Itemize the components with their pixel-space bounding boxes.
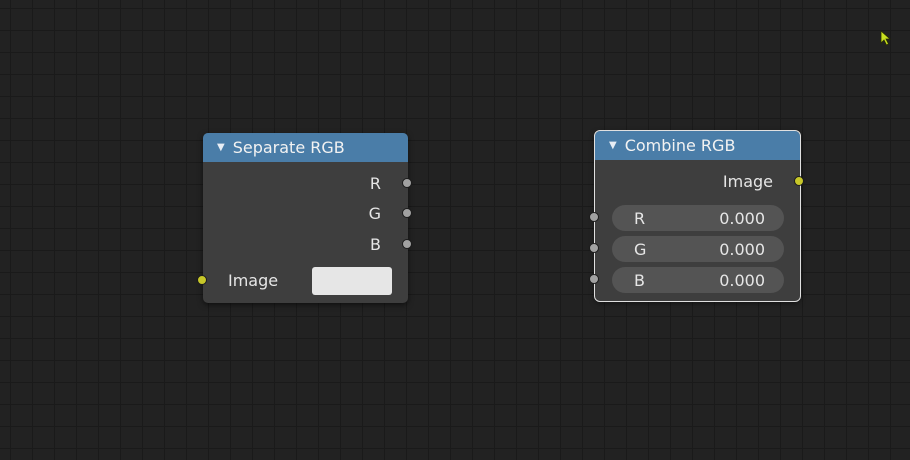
socket-label: B	[370, 234, 381, 254]
socket-label: R	[369, 173, 381, 193]
field-value: 0.000	[719, 270, 765, 290]
field-value: 0.000	[719, 239, 765, 259]
output-row-image: Image	[723, 169, 773, 193]
value-field-b[interactable]: B 0.000	[612, 267, 784, 293]
input-socket-b[interactable]	[589, 274, 599, 284]
output-row-r: R	[370, 171, 381, 195]
input-socket-r[interactable]	[589, 212, 599, 222]
node-title: Separate RGB	[232, 138, 345, 157]
socket-label: Image	[228, 270, 279, 290]
output-row-g: G	[369, 201, 381, 225]
output-row-b: B	[370, 232, 381, 256]
input-socket-image[interactable]	[197, 275, 207, 285]
output-socket-r[interactable]	[402, 178, 412, 188]
field-label: G	[634, 239, 647, 259]
separate-rgb-node[interactable]: ▼ Separate RGB R G B Image	[197, 133, 412, 303]
field-label: R	[634, 208, 646, 228]
node-title: Combine RGB	[624, 136, 736, 155]
combine-rgb-header[interactable]: ▼ Combine RGB	[595, 131, 800, 160]
field-value: 0.000	[719, 208, 765, 228]
triangle-down-icon[interactable]: ▼	[217, 142, 225, 153]
output-socket-b[interactable]	[402, 239, 412, 249]
node-editor-canvas[interactable]: ▼ Separate RGB R G B Image ▼ Combine RGB…	[0, 0, 910, 460]
mouse-pointer-icon	[880, 30, 892, 46]
value-field-r[interactable]: R 0.000	[612, 205, 784, 231]
triangle-down-icon[interactable]: ▼	[609, 140, 617, 151]
value-field-g[interactable]: G 0.000	[612, 236, 784, 262]
input-row-image: Image	[228, 268, 278, 292]
socket-label: Image	[722, 171, 773, 191]
output-socket-g[interactable]	[402, 208, 412, 218]
input-socket-g[interactable]	[589, 243, 599, 253]
separate-rgb-header[interactable]: ▼ Separate RGB	[203, 133, 408, 162]
output-socket-image[interactable]	[794, 176, 804, 186]
image-color-swatch[interactable]	[312, 267, 392, 295]
socket-label: G	[368, 203, 381, 223]
combine-rgb-node[interactable]: ▼ Combine RGB Image R 0.000 G 0.000 B 0.…	[589, 130, 804, 302]
field-label: B	[634, 270, 645, 290]
